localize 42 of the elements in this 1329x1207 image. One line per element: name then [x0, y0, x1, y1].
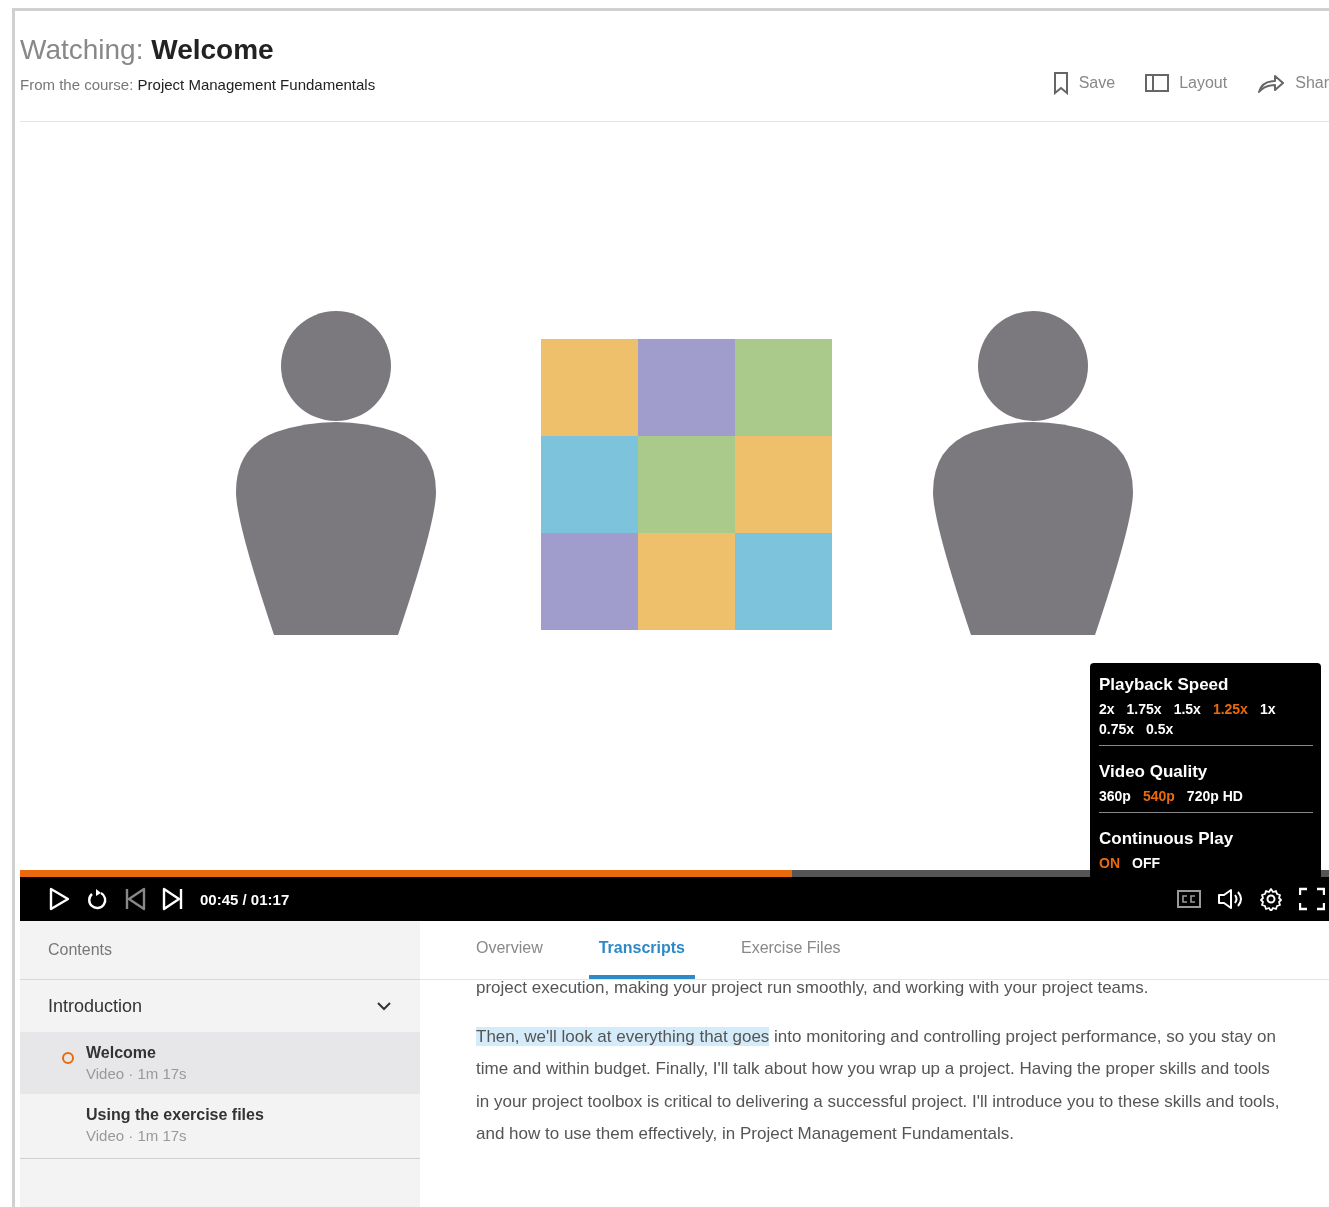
transcript-paragraph: Then, we'll look at everything that goes into monitoring and controlling project performance, so you stay on time and within budget. Finally, I'll talk about how you wrap up a project. Having the proper skills and tools in your project toolbox is critical to delivering a successful project. I'll introduce you to these skills and tools, and how to use them effectively, in Project Management Fundamentals. — [476, 1025, 1281, 1145]
settings-option[interactable]: 0.5x — [1146, 721, 1174, 737]
lesson-item[interactable]: Welcome Video · 1m 17s — [20, 1032, 420, 1094]
settings-heading: Video Quality — [1099, 762, 1209, 782]
settings-option[interactable]: 1.75x — [1126, 701, 1162, 717]
settings-option[interactable]: 0.75x — [1099, 721, 1135, 737]
previous-button[interactable] — [124, 887, 146, 911]
settings-option[interactable]: 1.25x — [1212, 701, 1248, 717]
bookmark-icon — [1052, 71, 1069, 95]
fullscreen-button[interactable] — [1299, 887, 1325, 911]
settings-option[interactable]: 2x — [1099, 701, 1115, 717]
settings-option[interactable]: 1.5x — [1173, 701, 1201, 717]
time-display: 00:45 / 01:17 — [200, 890, 290, 908]
section-header[interactable]: Introduction — [20, 980, 420, 1032]
page-title: Watching: Welcome — [20, 34, 275, 66]
settings-option[interactable]: 1x — [1259, 701, 1276, 717]
share-button[interactable]: Shar — [1257, 71, 1329, 95]
transcript-paragraph: project execution, making your project run smoothly, and working with your project teams. — [476, 977, 1150, 999]
settings-option[interactable]: 720p HD — [1186, 788, 1243, 804]
settings-heading: Playback Speed — [1099, 675, 1230, 695]
next-button[interactable] — [162, 887, 184, 911]
tab[interactable]: Transcripts — [588, 921, 695, 979]
settings-icon[interactable] — [1259, 887, 1283, 911]
lesson-item[interactable]: Using the exercise files Video · 1m 17s — [20, 1094, 420, 1156]
settings-option[interactable]: ON — [1099, 855, 1120, 871]
layout-icon — [1145, 73, 1170, 93]
replay-button[interactable] — [86, 887, 108, 911]
layout-button[interactable]: Layout — [1145, 71, 1228, 95]
share-icon — [1257, 72, 1286, 94]
captions-button[interactable] — [1177, 890, 1201, 908]
tab[interactable]: Exercise Files — [730, 921, 851, 979]
contents-heading: Contents — [20, 921, 420, 980]
current-lesson-icon — [62, 1052, 74, 1064]
tab[interactable]: Overview — [468, 921, 553, 979]
play-button[interactable] — [48, 887, 70, 911]
settings-option[interactable]: OFF — [1132, 855, 1160, 871]
save-button[interactable]: Save — [1052, 71, 1116, 95]
volume-button[interactable] — [1217, 888, 1243, 910]
settings-option[interactable]: 360p — [1099, 788, 1131, 804]
settings-option[interactable]: 540p — [1142, 788, 1175, 804]
settings-heading: Continuous Play — [1099, 829, 1235, 849]
course-line: From the course: Project Management Fundamentals — [20, 76, 376, 93]
